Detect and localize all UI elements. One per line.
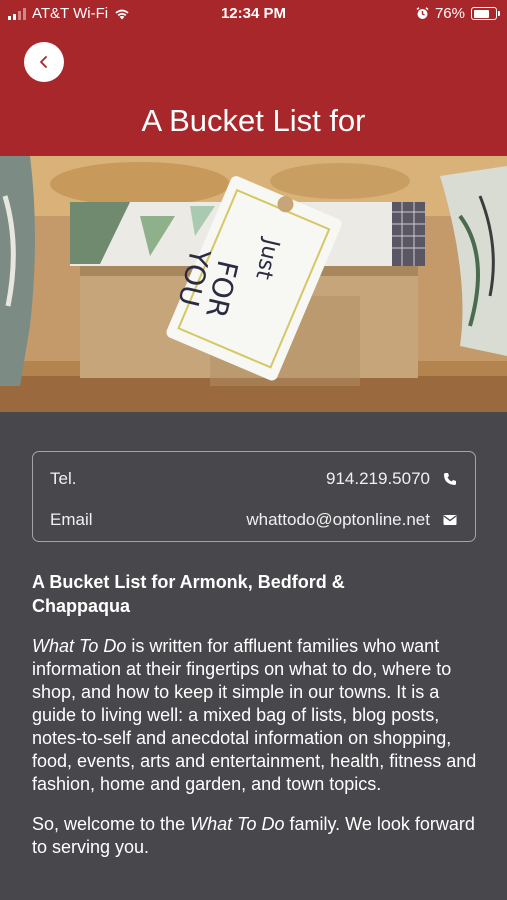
status-bar: AT&T Wi-Fi 12:34 PM 76% bbox=[0, 0, 507, 30]
app-header: AT&T Wi-Fi 12:34 PM 76% A Bucket List fo… bbox=[0, 0, 507, 156]
mail-icon[interactable] bbox=[442, 512, 458, 528]
battery-icon bbox=[471, 7, 500, 20]
welcome-start: So, welcome to the bbox=[32, 814, 191, 834]
email-value[interactable]: whattodo@optonline.net bbox=[246, 510, 430, 530]
intro-text: is written for affluent families who wan… bbox=[32, 636, 477, 794]
welcome-paragraph: So, welcome to the What To Do family. We… bbox=[32, 813, 477, 859]
page-title: A Bucket List for bbox=[141, 103, 366, 138]
tel-value[interactable]: 914.219.5070 bbox=[326, 469, 430, 489]
back-button[interactable] bbox=[24, 42, 64, 82]
gift-box-illustration: Just FOR YOU bbox=[0, 156, 507, 412]
intro-em: What To Do bbox=[32, 636, 127, 656]
description-section: A Bucket List for Armonk, Bedford & Chap… bbox=[32, 570, 477, 859]
hero-image: Just FOR YOU bbox=[0, 156, 507, 412]
email-label: Email bbox=[50, 510, 93, 529]
section-heading: A Bucket List for Armonk, Bedford & Chap… bbox=[32, 572, 345, 616]
welcome-em: What To Do bbox=[190, 814, 285, 834]
phone-icon[interactable] bbox=[442, 471, 458, 487]
alarm-icon bbox=[416, 7, 429, 19]
intro-paragraph: What To Do is written for affluent famil… bbox=[32, 635, 477, 796]
contact-tel-row[interactable]: Tel. 914.219.5070 bbox=[50, 469, 458, 489]
contact-email-row[interactable]: Email whattodo@optonline.net bbox=[50, 510, 458, 530]
chevron-left-icon bbox=[40, 56, 47, 68]
battery-percent: 76% bbox=[434, 5, 465, 22]
contact-card: Tel. 914.219.5070 Email whattodo@optonli… bbox=[32, 451, 476, 542]
tel-label: Tel. bbox=[50, 469, 77, 488]
